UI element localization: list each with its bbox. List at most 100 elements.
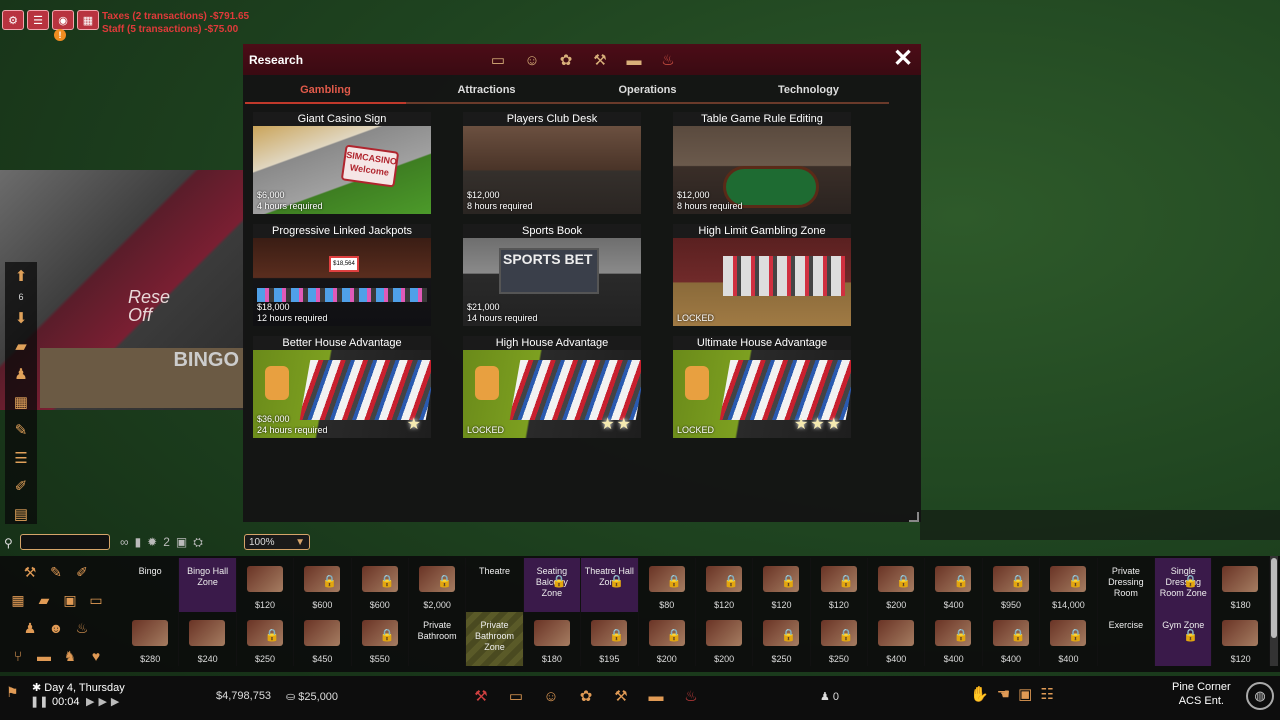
- catalog-item[interactable]: Seating Balcony Zone 🔒: [523, 558, 582, 612]
- grid-icon[interactable]: ▦: [5, 388, 37, 416]
- catalog-item[interactable]: 🔒 $200: [639, 612, 696, 666]
- settings-icon[interactable]: ⛭: [193, 535, 203, 550]
- resize-handle[interactable]: [909, 512, 919, 522]
- layer-2-icon[interactable]: 2: [163, 535, 170, 550]
- chat-icon[interactable]: ☰: [27, 10, 49, 30]
- research-card-sports-book[interactable]: Sports Book SPORTS BET $21,000 14 hours …: [463, 224, 641, 326]
- catalog-item[interactable]: $240: [179, 612, 237, 666]
- scrollbar-thumb[interactable]: [1271, 558, 1277, 638]
- chips-icon[interactable]: ✿: [575, 685, 597, 707]
- catalog-item[interactable]: $200: [696, 612, 754, 666]
- floor-down-icon[interactable]: ⬇: [5, 304, 37, 332]
- catalog-item[interactable]: 🔒 $400: [925, 612, 983, 666]
- pause-icon[interactable]: ❚❚: [30, 695, 48, 708]
- catalog-item[interactable]: Private Bathroom: [409, 612, 467, 666]
- hammer-icon[interactable]: ⚒: [18, 560, 42, 584]
- truck-icon[interactable]: ▬: [645, 685, 667, 707]
- research-card-progressive-linked-jackpots[interactable]: Progressive Linked Jackpots $18,564 $18,…: [253, 224, 431, 326]
- camera-icon[interactable]: ◉: [52, 10, 74, 30]
- catalog-item[interactable]: 🔒 $195: [581, 612, 639, 666]
- dealer-icon[interactable]: ⚒: [470, 685, 492, 707]
- catalog-item[interactable]: $120: [1212, 612, 1270, 666]
- eyedropper-icon[interactable]: ✐: [5, 472, 37, 500]
- tools-icon[interactable]: ⚒: [610, 685, 632, 707]
- fork-icon[interactable]: ⑂: [6, 644, 30, 668]
- face-icon[interactable]: ☺: [521, 50, 543, 70]
- alert-icon[interactable]: !: [54, 29, 66, 41]
- research-card-table-game-rule-editing[interactable]: Table Game Rule Editing $12,000 8 hours …: [673, 112, 851, 214]
- catalog-item[interactable]: $450: [294, 612, 352, 666]
- sofa-icon[interactable]: ▬: [32, 644, 56, 668]
- briefcase-icon[interactable]: ▣: [58, 588, 82, 612]
- catalog-item[interactable]: $280: [122, 612, 180, 666]
- research-card-giant-casino-sign[interactable]: Giant Casino Sign SIMCASINO Welcome $6,0…: [253, 112, 431, 214]
- catalog-item[interactable]: Theatre: [466, 558, 524, 612]
- close-button[interactable]: ✕: [891, 47, 915, 71]
- catalog-item[interactable]: $180: [1212, 558, 1270, 612]
- zoom-select[interactable]: 100% ▼: [244, 534, 310, 550]
- catalog-item[interactable]: Private Dressing Room: [1098, 558, 1156, 612]
- tab-gambling[interactable]: Gambling: [245, 82, 406, 104]
- face-icon[interactable]: ☺: [540, 685, 562, 707]
- building-icon[interactable]: ▣: [1018, 685, 1032, 703]
- blueprint-icon[interactable]: ▤: [5, 500, 37, 528]
- ladder-icon[interactable]: ☷: [1040, 685, 1053, 703]
- tab-operations[interactable]: Operations: [567, 82, 728, 104]
- catalog-item[interactable]: 🔒 $120: [811, 558, 869, 612]
- fire-extinguisher-icon[interactable]: ♨: [657, 50, 679, 70]
- table-icon[interactable]: ▭: [487, 50, 509, 70]
- catalog-item[interactable]: $400: [868, 612, 926, 666]
- catalog-item[interactable]: $120: [237, 558, 295, 612]
- catalog-item[interactable]: Bingo: [122, 558, 180, 612]
- catalog-item[interactable]: 🔒 $250: [237, 612, 295, 666]
- floor-up-icon[interactable]: ⬆: [5, 262, 37, 290]
- flag-icon[interactable]: ⚑: [6, 684, 19, 701]
- catalog-item[interactable]: Bingo Hall Zone: [179, 558, 237, 612]
- tab-technology[interactable]: Technology: [728, 82, 889, 104]
- catalog-item[interactable]: 🔒 $950: [983, 558, 1041, 612]
- mask-icon[interactable]: ☻: [44, 616, 68, 640]
- tools-icon[interactable]: ⚒: [589, 50, 611, 70]
- tiles-icon[interactable]: ▦: [6, 588, 30, 612]
- catalog-item[interactable]: 🔒 $120: [696, 558, 754, 612]
- catalog-item[interactable]: $180: [524, 612, 582, 666]
- wall-icon[interactable]: ▮: [135, 535, 142, 550]
- heart-icon[interactable]: ♥: [84, 644, 108, 668]
- truck-icon[interactable]: ▬: [623, 50, 645, 70]
- catalog-item[interactable]: 🔒 $2,000: [409, 558, 467, 612]
- brush-icon[interactable]: ✎: [44, 560, 68, 584]
- catalog-item[interactable]: 🔒 $250: [753, 612, 811, 666]
- catalog-item[interactable]: 🔒 $80: [639, 558, 696, 612]
- layers-icon[interactable]: ☰: [5, 444, 37, 472]
- research-card-high-limit-gambling-zone[interactable]: High Limit Gambling Zone LOCKED: [673, 224, 851, 326]
- square-icon[interactable]: ▣: [176, 535, 187, 550]
- research-card-players-club-desk[interactable]: Players Club Desk $12,000 8 hours requir…: [463, 112, 641, 214]
- catalog-item[interactable]: Single Dressing Room Zone 🔒: [1155, 558, 1213, 612]
- catalog-item[interactable]: 🔒 $400: [925, 558, 983, 612]
- catalog-item[interactable]: 🔒 $600: [294, 558, 352, 612]
- tab-attractions[interactable]: Attractions: [406, 82, 567, 104]
- research-card-high-house-advantage[interactable]: High House Advantage ★★ LOCKED: [463, 336, 641, 438]
- globe-icon[interactable]: ◍: [1246, 682, 1274, 710]
- catalog-item[interactable]: 🔒 $400: [1040, 612, 1098, 666]
- catalog-item[interactable]: Exercise: [1098, 612, 1156, 666]
- wrench-icon[interactable]: ✎: [5, 416, 37, 444]
- search-input[interactable]: [20, 534, 110, 550]
- catalog-item[interactable]: Gym Zone 🔒: [1155, 612, 1213, 666]
- catalog-item[interactable]: 🔒 $550: [352, 612, 409, 666]
- sun-icon[interactable]: ✹: [147, 535, 157, 550]
- chips-icon[interactable]: ✿: [555, 50, 577, 70]
- catalog-item[interactable]: Theatre Hall Zone 🔒: [581, 558, 639, 612]
- research-card-ultimate-house-advantage[interactable]: Ultimate House Advantage ★★★ LOCKED: [673, 336, 851, 438]
- gear-icon[interactable]: ⚙: [2, 10, 24, 30]
- grab-icon[interactable]: ☚: [997, 685, 1010, 703]
- infinity-icon[interactable]: ∞: [120, 535, 129, 550]
- calendar-icon[interactable]: ▦: [77, 10, 99, 30]
- bag-icon[interactable]: ▰: [32, 588, 56, 612]
- catalog-item[interactable]: 🔒 $600: [352, 558, 409, 612]
- catalog-item[interactable]: 🔒 $250: [811, 612, 869, 666]
- speed-controls[interactable]: ▶▶▶: [86, 695, 123, 708]
- box-icon[interactable]: ▰: [5, 332, 37, 360]
- research-card-better-house-advantage[interactable]: Better House Advantage ★ $36,000 24 hour…: [253, 336, 431, 438]
- hand-icon[interactable]: ✋: [970, 685, 989, 703]
